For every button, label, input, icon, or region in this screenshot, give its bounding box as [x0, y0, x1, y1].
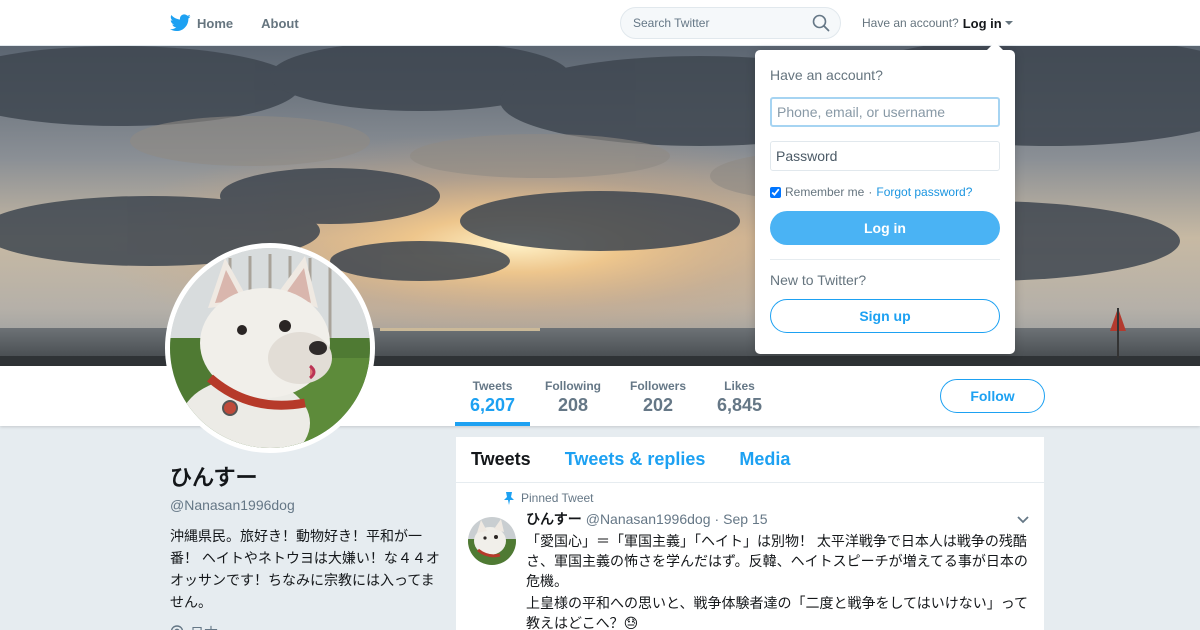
username-input[interactable]	[770, 97, 1000, 127]
have-account-text: Have an account?	[862, 16, 959, 30]
stat-tweets-value: 6,207	[470, 395, 516, 415]
stat-following[interactable]: Following 208	[545, 379, 601, 416]
caret-down-icon[interactable]	[1004, 21, 1013, 25]
pin-icon	[504, 492, 514, 505]
remember-checkbox[interactable]	[770, 186, 781, 198]
stat-followers-label: Followers	[630, 379, 687, 393]
signup-button[interactable]: Sign up	[770, 299, 1000, 333]
nav-home-label: Home	[197, 15, 234, 31]
tweet-text-2: 上皇様の平和への思いと、戦争体験者達の「二度と戦争をしてはいけない」って教えはど…	[526, 595, 1029, 630]
stat-following-value: 208	[557, 395, 589, 415]
stat-likes-value: 6,845	[717, 395, 763, 415]
profile-handle[interactable]: @Nanasan1996dog	[170, 497, 440, 513]
remember-label[interactable]: Remember me	[785, 185, 864, 199]
profile-bio: 沖縄県民。旅好き！動物好き！平和が一番！ ヘイトやネトウヨは大嫌い！な４４オオッ…	[170, 528, 440, 610]
stat-likes-label: Likes	[724, 379, 755, 393]
login-dropdown: Have an account? Remember me · Forgot pa…	[755, 42, 1015, 354]
tab-tweets[interactable]: Tweets	[471, 449, 531, 470]
tab-tweets-replies[interactable]: Tweets & replies	[565, 449, 706, 470]
stat-following-label: Following	[545, 379, 601, 393]
follow-button[interactable]: Follow	[940, 379, 1045, 413]
search-box	[620, 7, 841, 39]
nav-left: Home About	[170, 0, 327, 46]
tweet-header: ひんすー @Nanasan1996dog · Sep 15	[526, 509, 1029, 529]
tweet-separator: ·	[714, 511, 720, 527]
twitter-bird-icon	[170, 14, 191, 32]
profile-avatar[interactable]	[165, 243, 375, 453]
search-icon[interactable]	[812, 14, 830, 32]
stat-followers-value: 202	[642, 395, 674, 415]
stat-tweets[interactable]: Tweets 6,207	[470, 379, 515, 416]
pinned-label-text: Pinned Tweet	[521, 491, 594, 505]
tweet-avatar[interactable]	[468, 517, 516, 565]
profile-location-text: 日本	[190, 623, 218, 630]
chevron-down-icon[interactable]	[1016, 515, 1030, 525]
nav-about[interactable]: About	[261, 16, 299, 31]
account-menu: Have an account? Log in	[862, 0, 1013, 46]
tweet-author-handle[interactable]: @Nanasan1996dog	[586, 511, 711, 527]
tab-media[interactable]: Media	[739, 449, 790, 470]
login-dropdown-toggle[interactable]: Log in	[963, 16, 1002, 31]
profile-location: 日本	[170, 623, 440, 630]
profile-card: ひんすー @Nanasan1996dog 沖縄県民。旅好き！動物好き！平和が一番…	[170, 460, 440, 630]
timeline-tabs: Tweets Tweets & replies Media	[456, 437, 1044, 483]
pinned-label: Pinned Tweet	[504, 491, 1029, 505]
top-nav: Home About Have an account? Log in	[0, 0, 1200, 46]
tweet-text-1: 「愛国心」＝「軍国主義」「ヘイト」は別物！ 太平洋戦争で日本人は戦争の残酷さ、軍…	[526, 533, 1028, 589]
active-stat-indicator	[455, 422, 530, 426]
password-input[interactable]	[770, 141, 1000, 171]
tweet-date[interactable]: Sep 15	[723, 511, 767, 527]
location-pin-icon	[170, 625, 184, 630]
stat-likes[interactable]: Likes 6,845	[717, 379, 762, 416]
dropdown-title: Have an account?	[770, 67, 883, 83]
new-to-twitter-text: New to Twitter?	[770, 272, 867, 288]
dog-avatar-small	[468, 517, 516, 565]
nav-about-label: About	[261, 15, 299, 31]
remember-row: Remember me · Forgot password?	[770, 185, 1000, 199]
dog-avatar-photo	[170, 248, 370, 448]
forgot-password-link[interactable]: Forgot password?	[876, 185, 972, 199]
pinned-tweet[interactable]: Pinned Tweet ひんすー @Nanasan1996dog · Sep …	[456, 483, 1044, 630]
tweet-author-name[interactable]: ひんすー	[526, 509, 582, 529]
stat-tweets-label: Tweets	[472, 379, 513, 393]
dropdown-divider	[770, 259, 1000, 260]
login-button[interactable]: Log in	[770, 211, 1000, 245]
remember-separator: ·	[868, 185, 873, 199]
search-input[interactable]	[621, 8, 801, 38]
profile-name[interactable]: ひんすー	[170, 460, 440, 492]
stat-followers[interactable]: Followers 202	[630, 379, 686, 416]
nav-home[interactable]: Home	[170, 14, 233, 32]
timeline: Tweets Tweets & replies Media Pinned Twe…	[456, 437, 1044, 630]
